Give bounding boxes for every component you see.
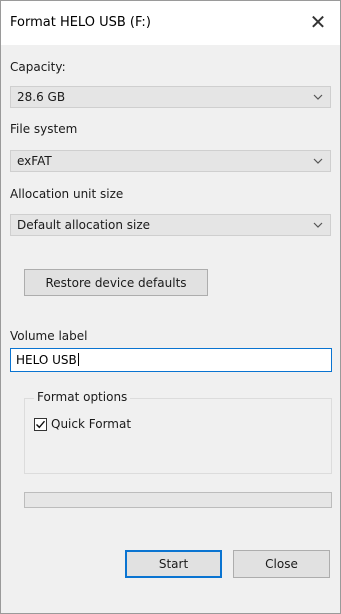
allocation-dropdown[interactable]: Default allocation size xyxy=(10,214,331,236)
close-button[interactable]: Close xyxy=(233,550,330,578)
volume-label-value: HELO USB xyxy=(16,353,77,367)
check-icon xyxy=(36,420,46,428)
text-caret xyxy=(77,353,79,366)
title-bar: Format HELO USB (F:) ✕ xyxy=(1,1,340,45)
quick-format-option[interactable]: Quick Format xyxy=(34,417,131,431)
volume-label-input[interactable]: HELO USB xyxy=(10,348,332,372)
format-options-title: Format options xyxy=(34,390,131,404)
restore-defaults-button[interactable]: Restore device defaults xyxy=(24,269,208,296)
allocation-value: Default allocation size xyxy=(17,218,151,232)
quick-format-label: Quick Format xyxy=(51,417,132,431)
window-title: Format HELO USB (F:) xyxy=(10,15,151,30)
chevron-down-icon xyxy=(313,222,323,228)
progress-bar xyxy=(24,492,332,508)
format-options-group xyxy=(24,398,332,474)
capacity-value: 28.6 GB xyxy=(17,90,66,104)
start-button[interactable]: Start xyxy=(125,550,222,578)
format-dialog: Format HELO USB (F:) ✕ Capacity: 28.6 GB… xyxy=(0,0,341,614)
allocation-label: Allocation unit size xyxy=(10,187,124,201)
capacity-label: Capacity: xyxy=(10,60,66,74)
file-system-label: File system xyxy=(10,122,78,136)
capacity-dropdown[interactable]: 28.6 GB xyxy=(10,86,331,108)
volume-label-label: Volume label xyxy=(10,329,88,343)
quick-format-checkbox[interactable] xyxy=(34,417,47,431)
chevron-down-icon xyxy=(313,94,323,100)
file-system-value: exFAT xyxy=(17,154,52,168)
file-system-dropdown[interactable]: exFAT xyxy=(10,150,331,172)
chevron-down-icon xyxy=(313,158,323,164)
close-icon[interactable]: ✕ xyxy=(307,11,329,33)
